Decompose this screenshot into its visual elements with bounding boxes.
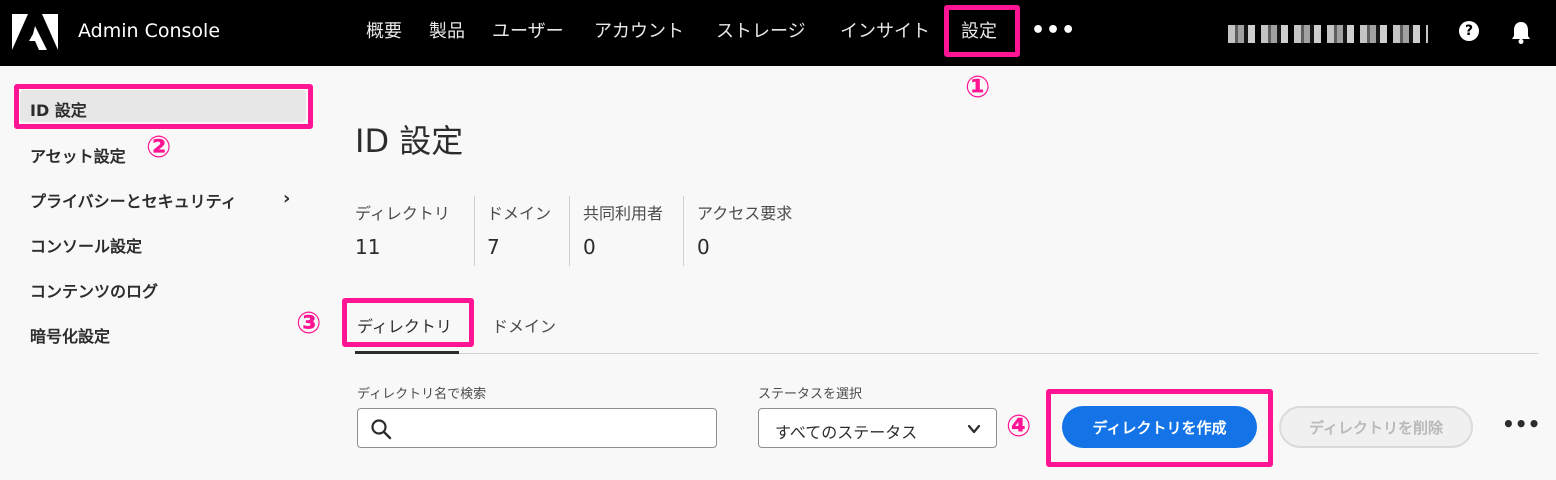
stat-directories-label: ディレクトリ <box>355 204 450 223</box>
stat-divider <box>474 196 475 266</box>
callout-1: ① <box>965 70 991 105</box>
page-title: ID 設定 <box>355 122 464 160</box>
search-field[interactable] <box>357 408 717 448</box>
nav-item-overview[interactable]: 概要 <box>366 17 402 43</box>
nav-item-users[interactable]: ユーザー <box>492 17 564 43</box>
nav-item-storage[interactable]: ストレージ <box>716 17 806 43</box>
user-name-redacted[interactable] <box>1228 25 1428 43</box>
callout-4: ④ <box>1006 409 1032 444</box>
sidebar-item-privacy-security[interactable]: プライバシーとセキュリティ <box>30 188 237 212</box>
adobe-logo-icon[interactable] <box>12 14 58 50</box>
stat-divider <box>683 196 684 266</box>
help-icon[interactable]: ? <box>1459 21 1479 41</box>
stat-access-requests-label: アクセス要求 <box>697 204 793 223</box>
status-select-label: ステータスを選択 <box>758 387 863 402</box>
stat-domains-label: ドメイン <box>487 204 552 223</box>
more-actions-button[interactable]: ••• <box>1502 412 1540 436</box>
search-input[interactable] <box>398 413 708 443</box>
chevron-down-icon <box>967 424 981 434</box>
sidebar-item-content-logs[interactable]: コンテンツのログ <box>30 278 158 302</box>
nav-item-account[interactable]: アカウント <box>594 17 684 43</box>
stat-trustees-label: 共同利用者 <box>583 204 664 223</box>
callout-3: ③ <box>296 306 322 341</box>
app-title[interactable]: Admin Console <box>78 20 220 42</box>
status-select-value: すべてのステータス <box>775 423 918 442</box>
tabs-divider <box>355 353 1538 354</box>
sidebar-item-asset-settings[interactable]: アセット設定 <box>30 143 126 167</box>
nav-more-button[interactable]: ••• <box>1031 18 1076 43</box>
create-directory-button[interactable]: ディレクトリを作成 <box>1062 406 1257 448</box>
bell-icon[interactable] <box>1510 20 1532 44</box>
stat-access-requests-value: 0 <box>697 235 710 259</box>
delete-directory-button[interactable]: ディレクトリを削除 <box>1279 406 1473 448</box>
stat-directories-value: 11 <box>355 235 381 259</box>
stat-domains-value: 7 <box>487 235 500 259</box>
stat-trustees-value: 0 <box>583 235 596 259</box>
stat-divider <box>569 196 570 266</box>
search-icon <box>371 419 392 440</box>
tab-active-indicator <box>355 351 459 354</box>
status-select[interactable]: すべてのステータス <box>758 408 997 448</box>
sidebar-item-id-settings[interactable]: ID 設定 <box>30 97 87 121</box>
tab-domains[interactable]: ドメイン <box>492 313 556 337</box>
highlight-box-settings <box>944 5 1020 57</box>
sidebar-item-console-settings[interactable]: コンソール設定 <box>30 233 142 257</box>
nav-item-products[interactable]: 製品 <box>429 17 465 43</box>
search-label: ディレクトリ名で検索 <box>357 387 487 402</box>
sidebar-item-encryption-settings[interactable]: 暗号化設定 <box>30 323 110 347</box>
top-bar: Admin Console 概要 製品 ユーザー アカウント ストレージ インサ… <box>0 0 1556 66</box>
tab-directories[interactable]: ディレクトリ <box>357 313 452 337</box>
callout-2: ② <box>146 130 172 165</box>
chevron-right-icon[interactable]: › <box>283 188 290 209</box>
nav-item-insights[interactable]: インサイト <box>840 17 930 43</box>
